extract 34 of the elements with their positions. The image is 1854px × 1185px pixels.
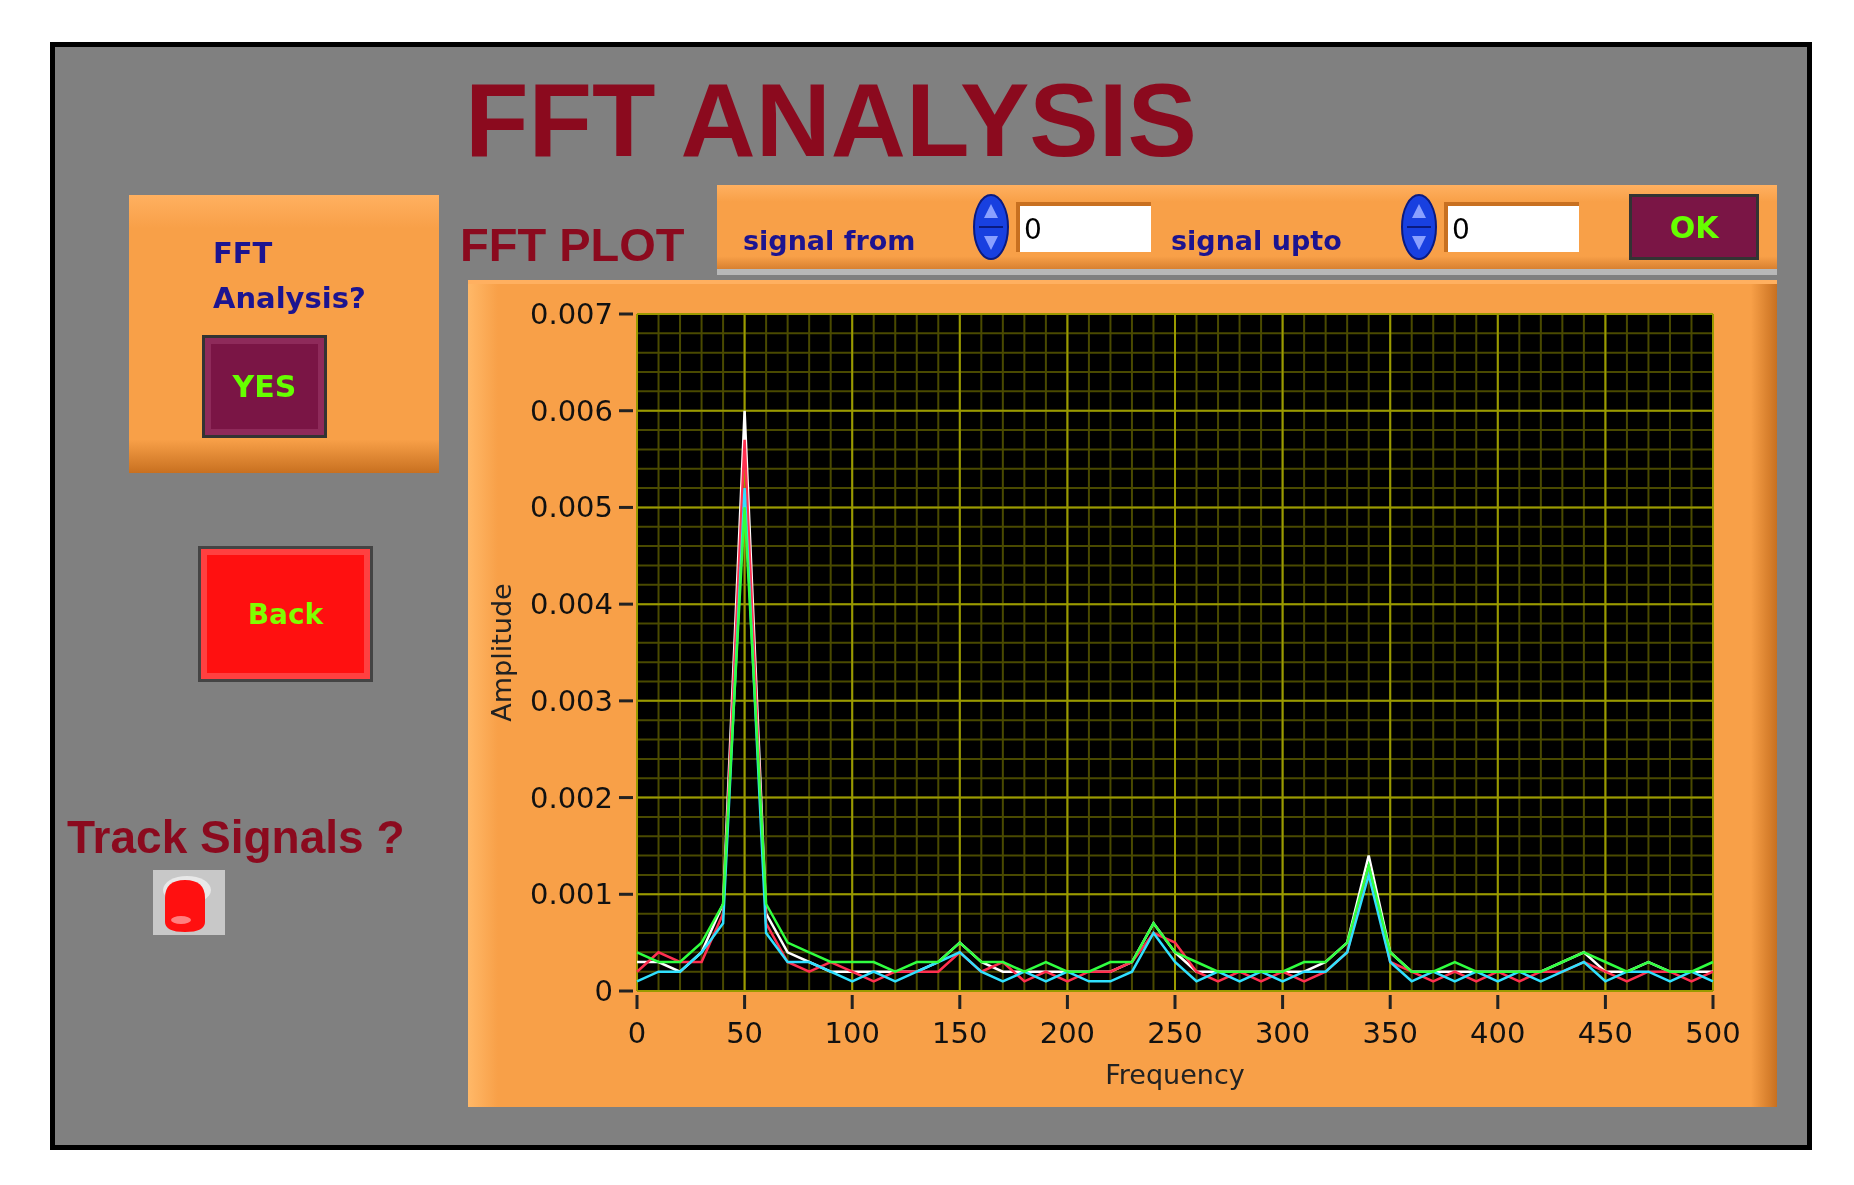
range-label: signal from (743, 224, 917, 256)
up-down-arrows-icon[interactable] (1401, 194, 1437, 260)
plot-title: FFT PLOT (460, 217, 686, 273)
tick-label: 400 (1470, 1016, 1526, 1050)
tick-label: 50 (726, 1016, 764, 1050)
tick-label: 0.006 (529, 393, 613, 428)
range-label: signal upto (1171, 224, 1343, 256)
tick-label: 450 (1577, 1016, 1634, 1050)
tick-label: 300 (1254, 1016, 1311, 1050)
tick-label: 0.001 (529, 877, 613, 912)
tick-label: 200 (1039, 1016, 1096, 1050)
tick-label: 0.004 (529, 587, 613, 622)
tick-label: 0 (627, 1016, 647, 1050)
number-field[interactable]: 0 (1016, 202, 1151, 252)
tick-label: 150 (932, 1016, 988, 1050)
tick-label: 0.002 (529, 780, 613, 815)
led-indicator[interactable] (153, 870, 225, 935)
page-title: FFT ANALYSIS (465, 61, 1198, 180)
tick-label: 350 (1362, 1016, 1418, 1050)
analysis-question: FFT Analysis? (213, 235, 363, 317)
track-signals-label: Track Signals ? (67, 810, 405, 864)
tick-label: 0.005 (529, 490, 613, 525)
tick-label: 500 (1685, 1016, 1741, 1050)
x-axis-title: Frequency (1105, 1059, 1245, 1090)
y-axis-title: Amplitude (486, 583, 517, 722)
ok-button[interactable]: OK (1629, 194, 1759, 260)
tick-label: 0 (594, 974, 613, 1008)
up-down-arrows-icon[interactable] (973, 194, 1009, 260)
tick-label: 0.003 (529, 683, 613, 718)
tick-label: 250 (1147, 1016, 1203, 1050)
yes-button[interactable]: YES (202, 335, 327, 438)
tick-label: 0.007 (529, 297, 613, 331)
tick-label: 100 (824, 1016, 880, 1050)
number-field[interactable]: 0 (1444, 202, 1579, 252)
